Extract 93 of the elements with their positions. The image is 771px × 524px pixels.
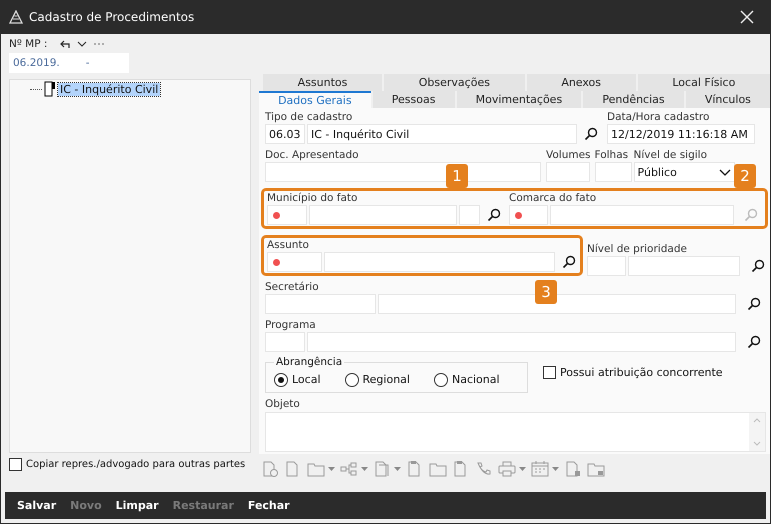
tab[interactable]: Pendências bbox=[583, 91, 684, 108]
tab[interactable]: Pessoas bbox=[372, 91, 455, 108]
phone-icon[interactable] bbox=[475, 461, 493, 477]
input-field[interactable]: IC - Inquérito Civil bbox=[307, 124, 577, 144]
window-title: Cadastro de Procedimentos bbox=[29, 10, 196, 24]
input-field[interactable] bbox=[546, 162, 590, 182]
field-label: Comarca do fato bbox=[509, 191, 596, 205]
undo-icon[interactable] bbox=[59, 39, 72, 49]
group-label: Abrangência bbox=[274, 356, 344, 368]
chevron-icon bbox=[718, 168, 731, 176]
code-field[interactable] bbox=[587, 256, 626, 276]
tab[interactable]: Assuntos bbox=[263, 74, 382, 91]
search-icon[interactable] bbox=[487, 208, 501, 222]
mp-label: Nº MP : bbox=[9, 38, 48, 50]
document-icon[interactable] bbox=[261, 461, 279, 477]
tree-item[interactable]: IC - Inquérito Civil bbox=[58, 82, 160, 96]
field-label: Tipo de cadastro bbox=[265, 110, 352, 124]
search-icon[interactable] bbox=[751, 259, 765, 273]
input-field[interactable] bbox=[307, 332, 736, 352]
footer-button[interactable]: Salvar bbox=[13, 497, 60, 514]
input-field[interactable] bbox=[309, 205, 457, 225]
field-label: Data/Hora cadastro bbox=[607, 110, 710, 124]
field-label: Folhas bbox=[594, 148, 628, 162]
checkbox[interactable] bbox=[543, 366, 556, 379]
search-icon[interactable] bbox=[747, 297, 761, 311]
caret-icon[interactable] bbox=[519, 467, 526, 471]
field-label: Nível de sigilo bbox=[634, 148, 708, 162]
radio-label: Nacional bbox=[452, 373, 500, 386]
caret-icon[interactable] bbox=[552, 467, 559, 471]
field-label: Nível de prioridade bbox=[587, 242, 687, 256]
callout-number: 2 bbox=[734, 164, 756, 188]
folder-icon[interactable] bbox=[429, 461, 447, 477]
search-icon[interactable] bbox=[562, 255, 576, 269]
footer-button[interactable]: Limpar bbox=[112, 497, 163, 514]
checkbox-label: Copiar repres./advogado para outras partes bbox=[26, 459, 246, 470]
field-label: Objeto bbox=[265, 397, 300, 411]
caret-icon[interactable] bbox=[394, 467, 401, 471]
tab[interactable]: Observações bbox=[384, 74, 525, 91]
tree-icon[interactable] bbox=[340, 461, 358, 477]
tab[interactable]: Anexos bbox=[526, 74, 636, 91]
text-area[interactable] bbox=[265, 412, 766, 452]
mp-input-field[interactable]: 06.2019. - bbox=[9, 53, 129, 73]
tab[interactable]: Local Físico bbox=[638, 74, 770, 91]
code-field[interactable] bbox=[267, 205, 307, 225]
calendar-icon[interactable] bbox=[531, 461, 549, 477]
radio-label: Regional bbox=[362, 373, 410, 386]
scrollbar[interactable] bbox=[749, 413, 765, 451]
search-icon[interactable] bbox=[747, 335, 761, 349]
dropdown[interactable]: Público bbox=[634, 162, 735, 182]
field-label: Programa bbox=[265, 318, 316, 332]
caret-icon[interactable] bbox=[328, 467, 335, 471]
callout-number: 1 bbox=[446, 164, 468, 188]
radio-button[interactable] bbox=[434, 372, 448, 386]
input-field[interactable] bbox=[628, 256, 740, 276]
code-field[interactable] bbox=[265, 294, 376, 314]
code-field[interactable] bbox=[267, 252, 322, 272]
radio-label: Local bbox=[292, 373, 321, 386]
date-time-picker[interactable]: 12/12/2019 11:16:18 AM bbox=[607, 124, 755, 144]
field-label: Doc. Apresentado bbox=[265, 148, 359, 162]
code-field[interactable]: 06.03 bbox=[265, 124, 305, 144]
field-label: Secretário bbox=[265, 280, 319, 294]
search-icon[interactable] bbox=[584, 127, 598, 141]
folder-icon[interactable] bbox=[307, 461, 325, 477]
callout-number: 3 bbox=[535, 280, 557, 304]
footer-button[interactable]: Fechar bbox=[244, 497, 294, 514]
close-icon[interactable] bbox=[740, 10, 754, 24]
input-field[interactable] bbox=[324, 252, 555, 272]
radio-button[interactable] bbox=[344, 372, 359, 386]
field-label: Assunto bbox=[267, 238, 309, 252]
tab[interactable]: Movimentações bbox=[456, 91, 582, 108]
printer-icon[interactable] bbox=[498, 461, 516, 477]
folder-lock-icon[interactable] bbox=[587, 461, 605, 477]
input-field[interactable] bbox=[550, 205, 734, 225]
checkbox[interactable] bbox=[9, 458, 22, 471]
checkbox-label: Possui atribuição concorrente bbox=[560, 366, 723, 379]
caret-icon[interactable] bbox=[361, 467, 368, 471]
chevron-icon[interactable] bbox=[77, 41, 88, 47]
more-icon[interactable] bbox=[93, 42, 106, 46]
scroll-up-icon[interactable] bbox=[753, 418, 761, 423]
app-logo-icon bbox=[9, 10, 23, 24]
input-field[interactable] bbox=[459, 205, 480, 225]
radio-button[interactable] bbox=[274, 372, 288, 386]
scroll-down-icon[interactable] bbox=[753, 441, 761, 446]
code-field[interactable] bbox=[265, 332, 305, 352]
input-field[interactable] bbox=[265, 162, 541, 182]
input-field[interactable] bbox=[594, 162, 632, 182]
code-field[interactable] bbox=[509, 205, 548, 225]
tab[interactable]: Dados Gerais bbox=[259, 91, 371, 108]
tab[interactable]: Vínculos bbox=[686, 91, 770, 108]
document-icon[interactable] bbox=[373, 461, 391, 477]
field-label: Município do fato bbox=[267, 191, 358, 205]
field-label: Volumes bbox=[546, 148, 591, 162]
document-icon[interactable] bbox=[564, 461, 582, 477]
